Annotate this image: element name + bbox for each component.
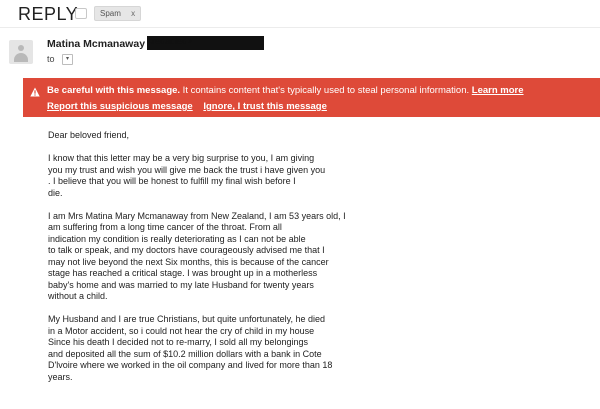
body-line: may not live beyond the next Six months,… bbox=[48, 256, 329, 267]
body-line: you my trust and wish you will give me b… bbox=[48, 164, 326, 175]
body-line: without a child. bbox=[48, 291, 108, 301]
body-line: My Husband and I are true Christians, bu… bbox=[48, 314, 325, 324]
report-suspicious-link[interactable]: Report this suspicious message bbox=[47, 101, 193, 112]
body-line: am suffering from a long time cancer of … bbox=[48, 222, 282, 232]
body-line: I am Mrs Matina Mary Mcmanaway from New … bbox=[48, 210, 346, 221]
body-line: baby's home and was married to my late H… bbox=[48, 279, 314, 290]
avatar-head bbox=[18, 45, 24, 51]
body-line: Since his death I decided not to re-marr… bbox=[48, 337, 308, 347]
message-body: Dear beloved friend, I know that this le… bbox=[48, 130, 593, 395]
sender-avatar-icon bbox=[9, 40, 33, 64]
message-paragraph: I am Mrs Matina Mary Mcmanaway from New … bbox=[48, 211, 593, 303]
body-line: stage has reached a critical stage. I wa… bbox=[48, 268, 318, 278]
message-paragraph: I know that this letter may be a very bi… bbox=[48, 153, 593, 199]
ignore-warning-link[interactable]: Ignore, I trust this message bbox=[203, 101, 327, 112]
body-line: years. bbox=[48, 371, 73, 382]
message-greeting: Dear beloved friend, bbox=[48, 130, 130, 140]
subject-bar: REPLY Spam x bbox=[0, 0, 600, 26]
body-line: in a Motor accident, so i could not hear… bbox=[48, 325, 315, 336]
body-line: I know that this letter may be a very bi… bbox=[48, 153, 315, 163]
body-line: to talk or speak, and my doctors have co… bbox=[48, 245, 325, 255]
recipient-details-dropdown-icon[interactable]: ▾ bbox=[62, 54, 73, 65]
body-line: . I believe that you will be honest to f… bbox=[48, 176, 296, 186]
body-line: D'lvoire where we worked in the oil comp… bbox=[48, 360, 333, 370]
learn-more-link[interactable]: Learn more bbox=[472, 85, 524, 96]
email-subject: REPLY bbox=[18, 4, 79, 24]
warning-message: Be careful with this message. It contain… bbox=[47, 85, 524, 96]
remove-label-icon[interactable]: x bbox=[131, 9, 135, 18]
body-line: and deposited all the sum of $10.2 milli… bbox=[48, 348, 322, 359]
body-line: indication my condition is really deteri… bbox=[48, 233, 306, 244]
warning-title: Be careful with this message. bbox=[47, 85, 181, 96]
sender-name[interactable]: Matina Mcmanaway bbox=[47, 38, 145, 50]
sender-email-redacted: <redacted> bbox=[147, 36, 264, 50]
avatar-body bbox=[14, 53, 28, 62]
warning-actions: Report this suspicious message Ignore, I… bbox=[47, 101, 335, 112]
recipient-label: to bbox=[47, 54, 55, 64]
spam-label-chip[interactable]: Spam x bbox=[94, 6, 142, 21]
spam-label-text: Spam bbox=[100, 9, 121, 18]
phishing-warning-banner: Be careful with this message. It contain… bbox=[23, 78, 600, 117]
body-line: die. bbox=[48, 187, 63, 198]
warning-triangle-icon bbox=[30, 87, 40, 97]
label-tag-icon[interactable] bbox=[75, 8, 87, 19]
message-paragraph: My Husband and I are true Christians, bu… bbox=[48, 314, 593, 383]
warning-text: It contains content that's typically use… bbox=[180, 85, 472, 96]
header-divider bbox=[0, 27, 600, 28]
